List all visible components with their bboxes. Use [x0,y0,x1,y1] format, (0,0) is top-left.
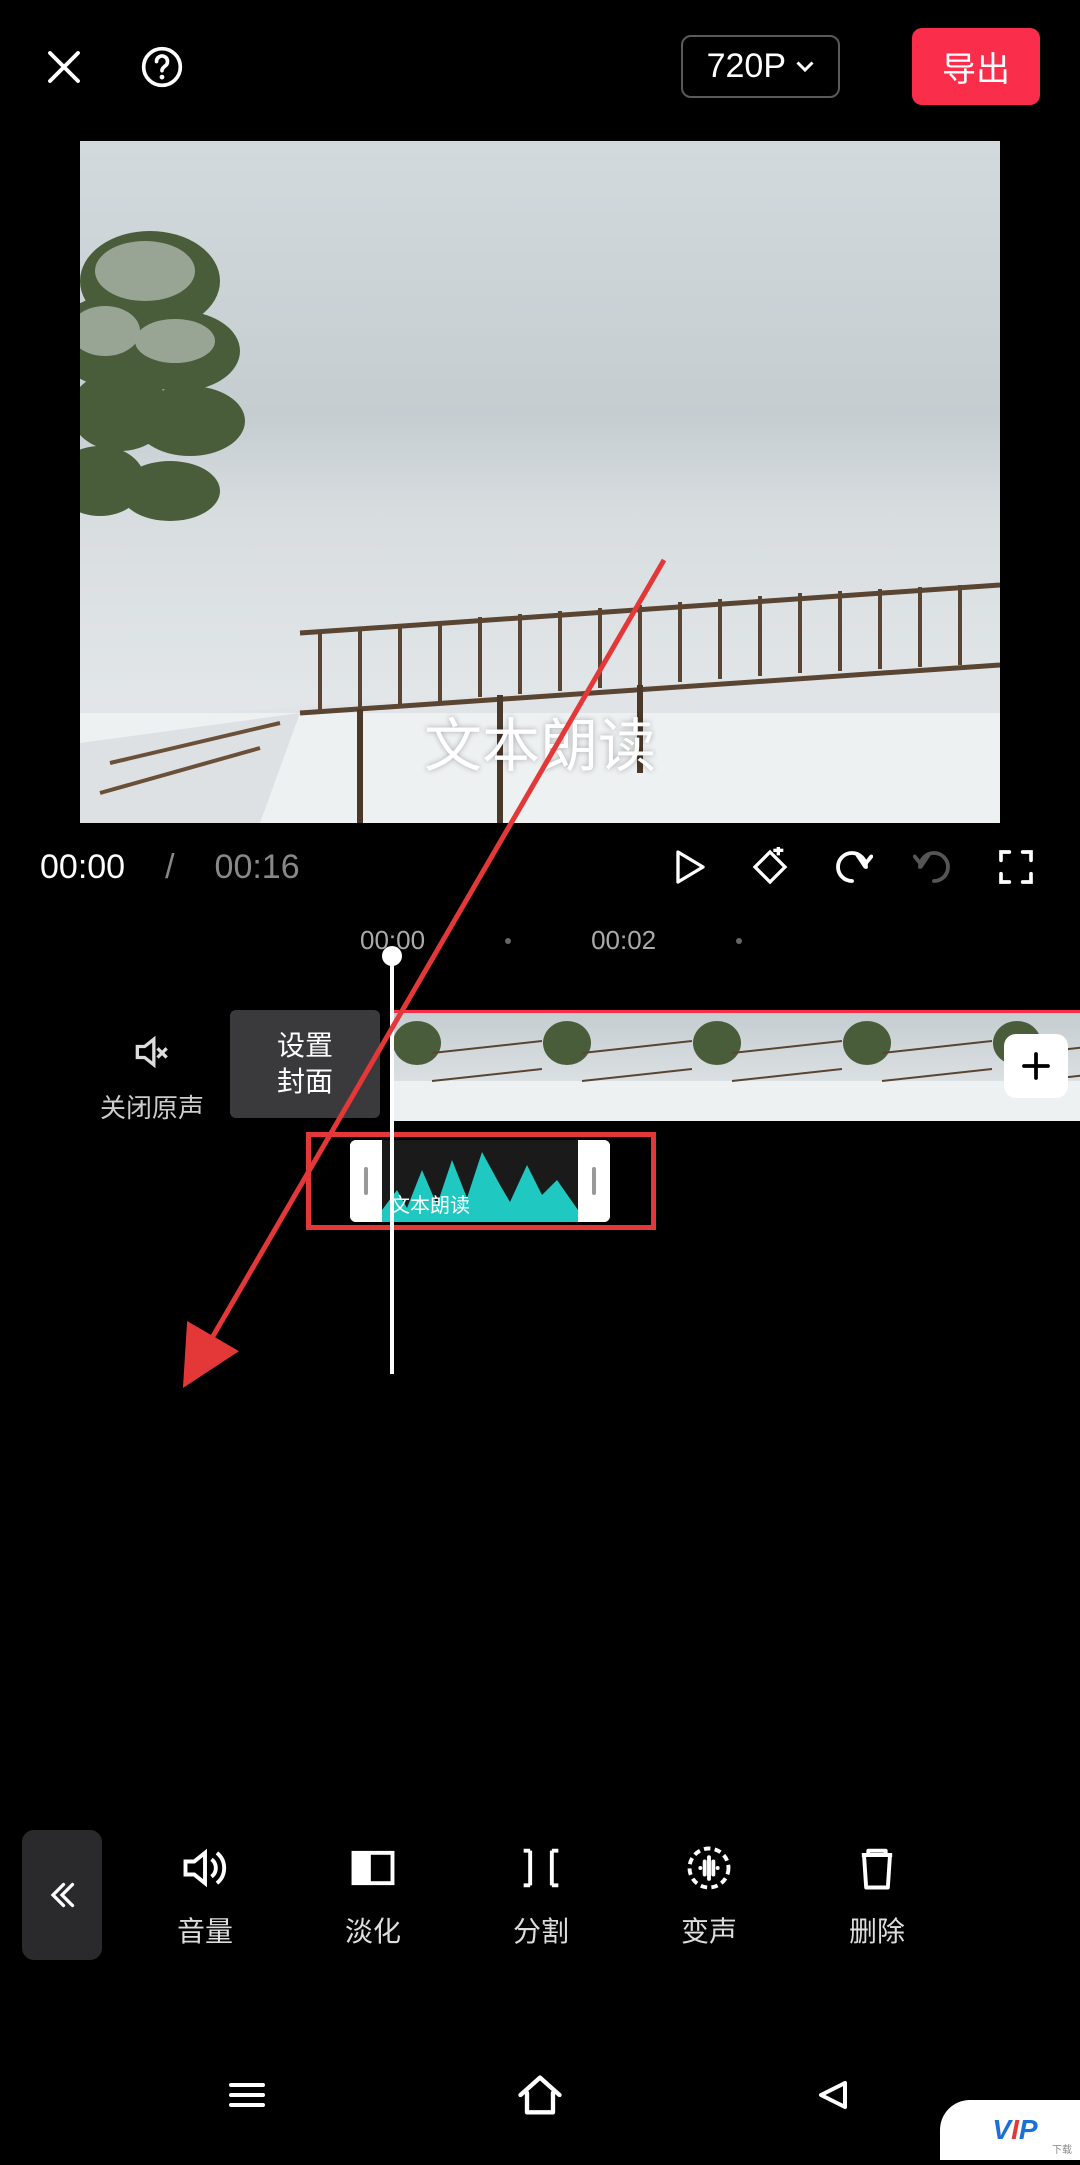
keyframe-button[interactable] [746,843,794,891]
ruler-dot [736,938,742,944]
plus-icon [1018,1048,1054,1084]
volume-icon [179,1842,231,1894]
mute-original-audio[interactable]: 关闭原声 [100,1030,204,1125]
fade-tool[interactable]: 淡化 [308,1840,438,1950]
playhead[interactable] [390,954,394,1374]
toolbar-back-button[interactable] [22,1830,102,1960]
menu-icon [223,2071,271,2119]
edit-toolbar: 音量 淡化 分割 变声 删除 [0,1810,1080,1980]
add-clip-button[interactable] [1004,1034,1068,1098]
fullscreen-icon [996,847,1036,887]
timeline-area[interactable]: 关闭原声 设置 封面 文本朗读 [0,1010,1080,1480]
redo-icon [913,846,955,888]
voice-change-tool[interactable]: 变声 [644,1840,774,1950]
total-time: 00:16 [215,848,300,887]
preview-overlay-text: 文本朗读 [424,699,656,783]
tool-label: 变声 [681,1910,737,1950]
video-thumbnail[interactable] [542,1013,692,1121]
set-cover-button[interactable]: 设置 封面 [230,1010,380,1118]
volume-tool[interactable]: 音量 [140,1840,270,1950]
audio-clip[interactable]: 文本朗读 [350,1140,610,1222]
clip-handle-left[interactable] [350,1140,382,1222]
video-track[interactable] [392,1010,1080,1118]
timeline-ruler: 00:00 00:02 [0,911,1080,970]
preview-scene: 文本朗读 [80,141,1000,823]
video-thumbnail[interactable] [392,1013,542,1121]
audio-clip-label: 文本朗读 [390,1189,470,1218]
resolution-selector[interactable]: 720P [681,35,840,98]
audio-clip-body[interactable]: 文本朗读 [382,1140,578,1222]
tool-label: 淡化 [345,1910,401,1950]
fullscreen-button[interactable] [992,843,1040,891]
ruler-mark: 00:02 [591,925,656,956]
clip-handle-right[interactable] [578,1140,610,1222]
export-label: 导出 [942,51,1010,89]
tool-label: 音量 [177,1910,233,1950]
chevron-down-icon [796,61,814,73]
watermark-text: VIP [992,2114,1037,2146]
nav-home-button[interactable] [510,2065,570,2125]
split-icon [515,1842,567,1894]
help-button[interactable] [138,43,186,91]
cover-label-l1: 设置 [277,1028,333,1064]
home-icon [514,2069,566,2121]
close-button[interactable] [40,43,88,91]
help-icon [140,45,184,89]
keyframe-icon [750,847,790,887]
video-thumbnail[interactable] [842,1013,992,1121]
close-icon [43,46,85,88]
play-icon [668,847,708,887]
trash-icon [851,1842,903,1894]
nav-back-button[interactable] [803,2065,863,2125]
play-button[interactable] [664,843,712,891]
video-thumbnail[interactable] [692,1013,842,1121]
video-preview[interactable]: 文本朗读 [80,141,1000,823]
delete-tool[interactable]: 删除 [812,1840,942,1950]
current-time: 00:00 [40,848,125,887]
nav-menu-button[interactable] [217,2065,277,2125]
mute-label: 关闭原声 [100,1088,204,1125]
export-button[interactable]: 导出 [912,28,1040,105]
resolution-label: 720P [707,47,786,86]
split-tool[interactable]: 分割 [476,1840,606,1950]
speaker-icon [130,1030,174,1074]
playback-bar: 00:00 / 00:16 [0,823,1080,911]
cover-label-l2: 封面 [277,1064,333,1100]
undo-icon [831,846,873,888]
header-bar: 720P 导出 [0,0,1080,133]
system-navbar [0,2030,1080,2160]
redo-button[interactable] [910,843,958,891]
back-icon [809,2071,857,2119]
ruler-dot [505,938,511,944]
tool-label: 分割 [513,1910,569,1950]
fade-icon [347,1842,399,1894]
undo-button[interactable] [828,843,876,891]
watermark: VIP 下载 [940,2100,1080,2160]
tool-label: 删除 [849,1910,905,1950]
time-separator: / [165,848,174,887]
watermark-sub: 下载 [1052,2141,1072,2156]
chevron-left-double-icon [44,1877,80,1913]
voice-change-icon [683,1842,735,1894]
